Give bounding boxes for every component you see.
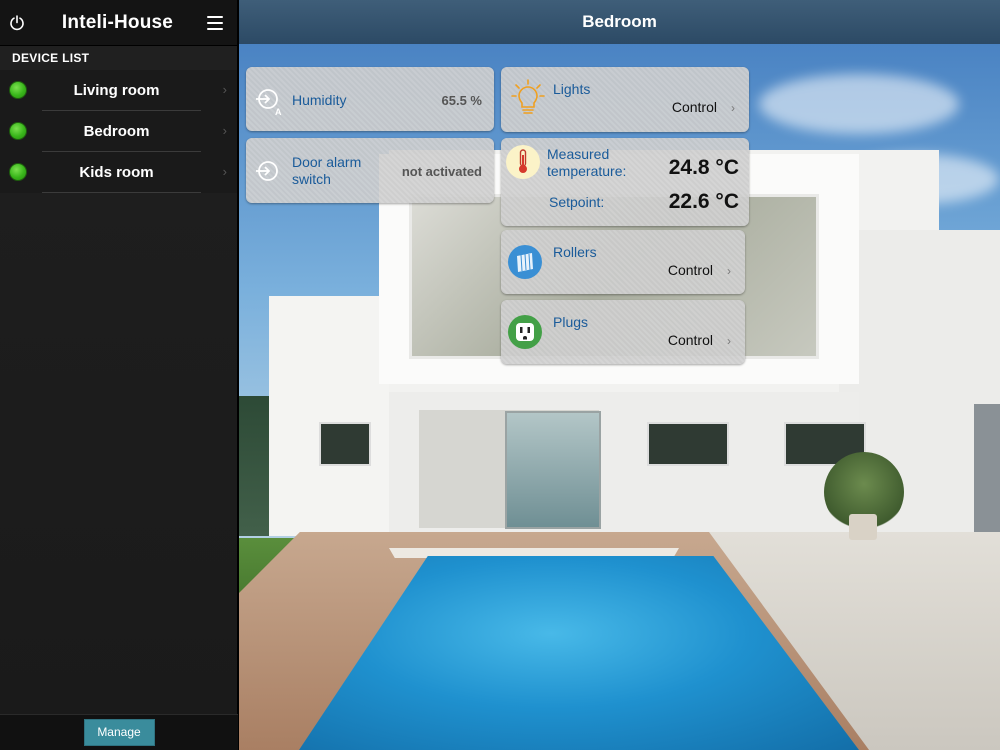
status-online-icon: [9, 81, 27, 99]
lightbulb-icon: [511, 79, 545, 124]
device-list: Living room › Bedroom › Kids room ›: [0, 70, 237, 193]
device-item-bedroom[interactable]: Bedroom ›: [0, 111, 237, 152]
humidity-value: 65.5 %: [441, 93, 482, 108]
device-item-kids-room[interactable]: Kids room ›: [0, 152, 237, 193]
page-title: Bedroom: [582, 12, 657, 31]
chevron-right-icon: ›: [222, 82, 227, 97]
power-icon[interactable]: [6, 12, 28, 34]
plugs-control-link[interactable]: Control: [668, 332, 713, 348]
status-online-icon: [9, 122, 27, 140]
rollers-label: Rollers: [553, 244, 597, 260]
chevron-right-icon: ›: [222, 164, 227, 179]
hamburger-menu-icon[interactable]: [206, 15, 223, 30]
top-bar: Bedroom: [239, 0, 1000, 44]
humidity-card: A Humidity 65.5 %: [246, 67, 494, 131]
chevron-right-icon: ›: [727, 264, 731, 278]
device-name: Living room: [73, 82, 160, 99]
humidity-sensor-icon: A: [256, 85, 284, 122]
door-alarm-card: Door alarm switch not activated: [246, 138, 494, 203]
lights-label: Lights: [553, 81, 591, 97]
chevron-right-icon: ›: [727, 334, 731, 348]
device-list-heading: DEVICE LIST: [0, 46, 237, 70]
humidity-label: Humidity: [292, 92, 347, 108]
rollers-control-link[interactable]: Control: [668, 262, 713, 278]
status-online-icon: [9, 163, 27, 181]
sidebar: Inteli-House DEVICE LIST Living room › B…: [0, 0, 238, 750]
temperature-card: Measured temperature: 24.8 °C Setpoint: …: [501, 138, 749, 226]
measured-temperature-value: 24.8 °C: [668, 156, 739, 179]
door-alarm-icon: [256, 158, 284, 189]
plugs-label: Plugs: [553, 314, 589, 330]
svg-text:A: A: [275, 107, 282, 117]
measured-temperature-label: Measured temperature:: [547, 146, 627, 179]
setpoint-label: Setpoint:: [549, 194, 605, 210]
rollers-card[interactable]: Rollers Control ›: [501, 230, 745, 294]
app-title: Inteli-House: [61, 11, 174, 33]
sidebar-footer: Manage: [0, 714, 238, 750]
plugs-card[interactable]: Plugs Control ›: [501, 300, 745, 364]
main-panel: Bedroom A Humidity 65.5 % Door alarm swi…: [239, 0, 1000, 750]
device-item-living-room[interactable]: Living room ›: [0, 70, 237, 111]
device-name: Kids room: [79, 164, 154, 181]
lights-card[interactable]: Lights Control ›: [501, 67, 749, 132]
sidebar-header: Inteli-House: [0, 0, 237, 46]
plug-icon: [507, 314, 543, 355]
chevron-right-icon: ›: [222, 123, 227, 138]
setpoint-value[interactable]: 22.6 °C: [669, 190, 739, 214]
device-name: Bedroom: [83, 123, 150, 140]
door-alarm-label: Door alarm switch: [292, 154, 362, 187]
chevron-right-icon: ›: [731, 101, 735, 115]
thermometer-icon: [505, 144, 541, 185]
rollers-icon: [507, 244, 543, 285]
manage-button[interactable]: Manage: [83, 719, 155, 746]
lights-control-link[interactable]: Control: [672, 99, 717, 115]
door-alarm-value: not activated: [401, 164, 482, 179]
